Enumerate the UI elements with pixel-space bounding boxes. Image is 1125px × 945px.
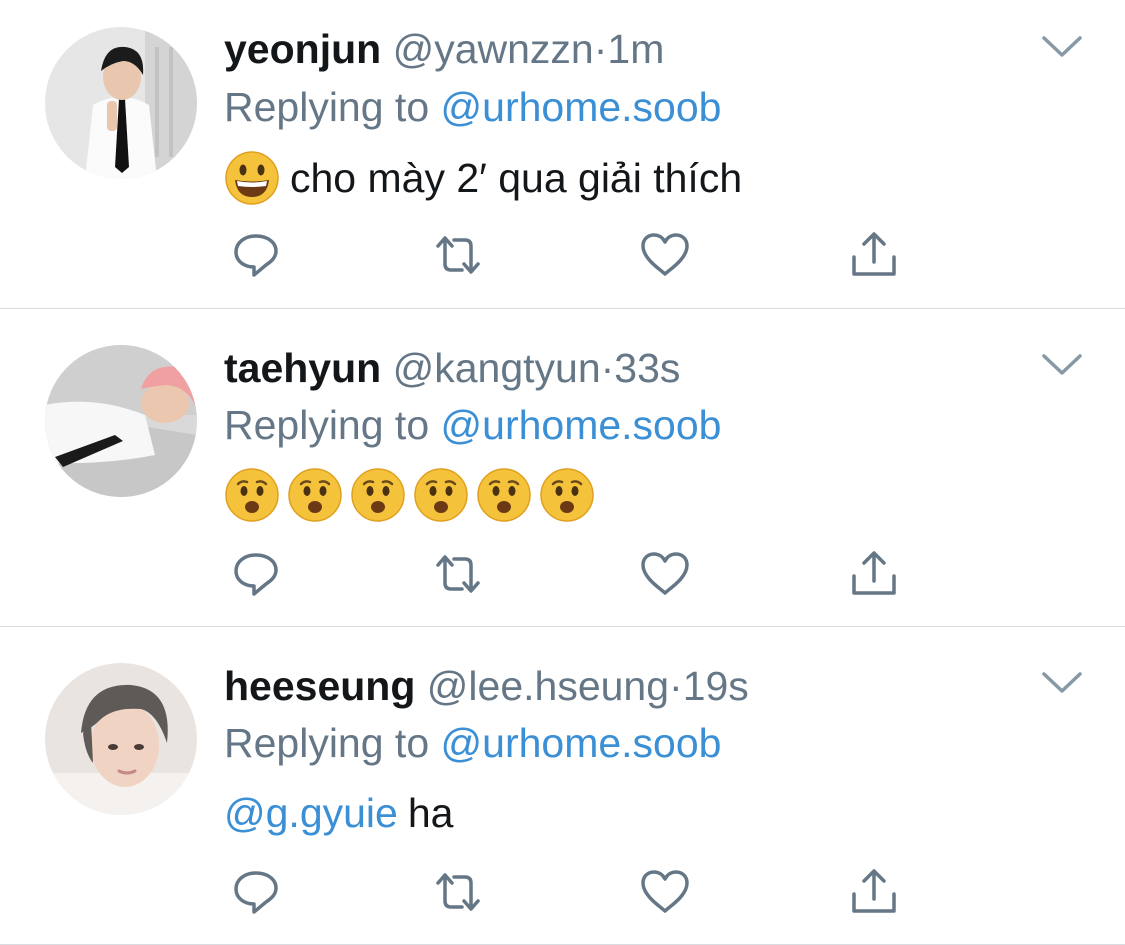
- timestamp[interactable]: 1m: [607, 26, 664, 72]
- retweet-arrows-icon[interactable]: [432, 867, 484, 917]
- replying-to: Replying to @urhome.soob: [224, 82, 721, 132]
- reply-bubble-icon[interactable]: [230, 549, 282, 599]
- replying-to: Replying to @urhome.soob: [224, 400, 721, 450]
- share-upload-icon[interactable]: [848, 230, 900, 280]
- timestamp[interactable]: 19s: [683, 663, 749, 709]
- tweet-2[interactable]: taehyun @kangtyun·33s Replying to @urhom…: [0, 309, 1125, 627]
- hushed-worried-face-emoji: [287, 467, 343, 523]
- tweet-header: taehyun @kangtyun·33s: [224, 343, 680, 393]
- heart-outline-icon[interactable]: [639, 549, 691, 599]
- user-handle[interactable]: @lee.hseung: [427, 663, 669, 709]
- tweet-actions: [224, 230, 924, 280]
- separator-dot: ·: [593, 26, 608, 72]
- tweet-body: [224, 467, 595, 523]
- reply-bubble-icon[interactable]: [230, 867, 282, 917]
- chevron-down-icon[interactable]: [1040, 350, 1084, 380]
- avatar[interactable]: [45, 27, 197, 179]
- avatar-photo-1: [45, 27, 197, 179]
- user-handle[interactable]: @kangtyun: [393, 345, 601, 391]
- avatar-photo-2: [45, 345, 197, 497]
- tweet-header: heeseung @lee.hseung·19s: [224, 661, 749, 711]
- display-name[interactable]: heeseung: [224, 663, 415, 709]
- replying-prefix: Replying to: [224, 720, 430, 766]
- avatar-photo-3: [45, 663, 197, 815]
- tweet-body: cho mày 2′ qua giải thích: [224, 150, 742, 206]
- grinning-face-emoji: [224, 150, 280, 206]
- tweet-3[interactable]: heeseung @lee.hseung·19s Replying to @ur…: [0, 627, 1125, 945]
- replying-prefix: Replying to: [224, 402, 430, 448]
- reply-bubble-icon[interactable]: [230, 230, 282, 280]
- replying-handle-link[interactable]: @urhome.soob: [441, 402, 722, 448]
- tweet-text: ha: [407, 790, 454, 836]
- hushed-worried-face-emoji: [350, 467, 406, 523]
- separator-dot: ·: [669, 663, 683, 709]
- retweet-arrows-icon[interactable]: [432, 230, 484, 280]
- separator-dot: ·: [600, 345, 615, 391]
- tweet-header: yeonjun @yawnzzn·1m: [224, 24, 664, 74]
- user-handle[interactable]: @yawnzzn: [393, 26, 594, 72]
- display-name[interactable]: yeonjun: [224, 26, 381, 72]
- tweet-1[interactable]: yeonjun @yawnzzn·1m Replying to @urhome.…: [0, 0, 1125, 309]
- hushed-worried-face-emoji: [224, 467, 280, 523]
- chevron-down-icon[interactable]: [1040, 32, 1084, 62]
- replying-to: Replying to @urhome.soob: [224, 718, 721, 768]
- avatar[interactable]: [45, 663, 197, 815]
- share-upload-icon[interactable]: [848, 867, 900, 917]
- hushed-worried-face-emoji: [413, 467, 469, 523]
- hushed-worried-face-emoji: [539, 467, 595, 523]
- replying-handle-link[interactable]: @urhome.soob: [441, 720, 722, 766]
- retweet-arrows-icon[interactable]: [432, 549, 484, 599]
- display-name[interactable]: taehyun: [224, 345, 381, 391]
- heart-outline-icon[interactable]: [639, 230, 691, 280]
- mention-link[interactable]: @g.gyuie: [224, 785, 398, 841]
- heart-outline-icon[interactable]: [639, 867, 691, 917]
- hushed-worried-face-emoji: [476, 467, 532, 523]
- tweet-text: cho mày 2′ qua giải thích: [290, 155, 743, 201]
- replying-prefix: Replying to: [224, 84, 430, 130]
- replying-handle-link[interactable]: @urhome.soob: [441, 84, 722, 130]
- avatar[interactable]: [45, 345, 197, 497]
- tweet-actions: [224, 549, 924, 599]
- timestamp[interactable]: 33s: [614, 345, 680, 391]
- share-upload-icon[interactable]: [848, 549, 900, 599]
- tweet-actions: [224, 867, 924, 917]
- chevron-down-icon[interactable]: [1040, 668, 1084, 698]
- tweet-body: @g.gyuie ha: [224, 785, 453, 841]
